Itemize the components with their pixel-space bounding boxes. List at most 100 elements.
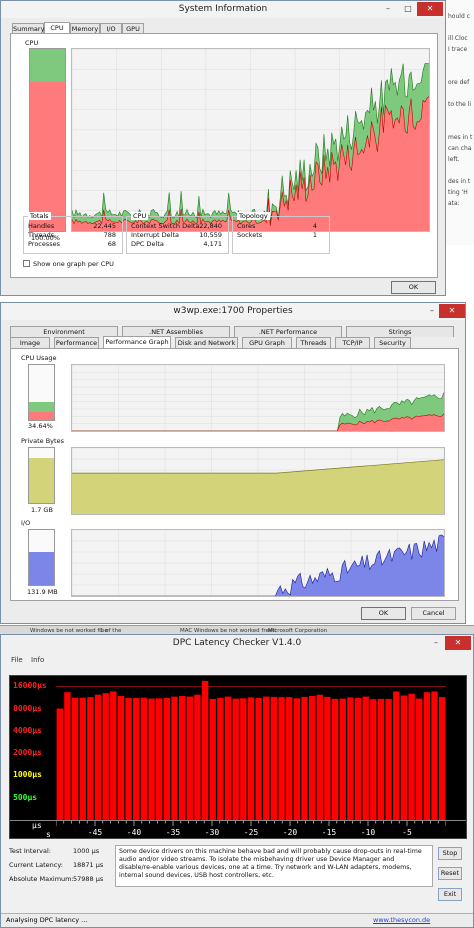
background-text-line	[446, 23, 474, 32]
private-bytes-graph	[71, 447, 445, 515]
w3wp-tab-security[interactable]: Security	[374, 337, 411, 348]
show-one-graph-label: Show one graph per CPU	[33, 260, 114, 268]
cpu-usage-value: 34.64%	[28, 422, 53, 430]
w3wp-cancel-button[interactable]: Cancel	[411, 607, 456, 620]
private-bytes-fill	[29, 457, 54, 503]
latency-bar	[171, 696, 178, 820]
w3wp-tab-row1[interactable]: Strings	[346, 326, 454, 337]
private-bytes-label: Private Bytes	[21, 437, 64, 445]
private-bytes-value: 1.7 GB	[31, 506, 53, 514]
stat-value: 22,840	[199, 222, 222, 230]
cpu-usage-meter	[28, 364, 55, 421]
latency-bar	[133, 698, 140, 820]
w3wp-properties-window: w3wp.exe:1700 Properties – ✕ Environment…	[0, 302, 466, 624]
stat-label: Sockets	[237, 231, 263, 239]
close-icon[interactable]: ✕	[417, 2, 443, 16]
thesycon-link[interactable]: www.thesycon.de	[373, 914, 430, 927]
dpc-bars-svg	[56, 680, 446, 820]
stat-value: 22,445	[93, 222, 116, 230]
w3wp-tab-gpu-graph[interactable]: GPU Graph	[242, 337, 292, 348]
latency-bar	[102, 693, 109, 820]
sysinfo-ok-button[interactable]: OK	[391, 281, 436, 294]
latency-bar	[232, 698, 239, 820]
latency-bar	[163, 698, 171, 820]
latency-bar	[339, 698, 346, 820]
latency-bar	[156, 698, 163, 820]
latency-bar	[255, 698, 262, 820]
dpc-y-label: 8000µs	[13, 704, 42, 713]
cpu-meter	[29, 48, 66, 232]
w3wp-tab-image[interactable]: Image	[10, 337, 50, 348]
latency-bar	[179, 696, 186, 820]
reset-button[interactable]: Reset	[438, 867, 462, 880]
dpc-close-icon[interactable]: ✕	[445, 636, 471, 650]
dpc-x-label: -35	[165, 828, 181, 837]
background-text-line: hould c	[448, 13, 470, 20]
w3wp-tab-tcp-ip[interactable]: TCP/IP	[335, 337, 370, 348]
io-fill	[29, 552, 54, 585]
w3wp-ok-button[interactable]: OK	[361, 607, 406, 620]
w3wp-tab-row1[interactable]: Environment	[10, 326, 118, 337]
dpc-minimize-icon[interactable]: –	[427, 636, 445, 650]
latency-bar	[209, 698, 216, 820]
cpu-usage-graph	[71, 364, 445, 432]
minimize-icon[interactable]: –	[379, 2, 397, 16]
latency-bar	[309, 696, 316, 820]
cpu-usage-kernel-fill	[29, 411, 54, 420]
w3wp-close-icon[interactable]: ✕	[439, 304, 465, 318]
latency-bar	[148, 698, 155, 820]
menu-info[interactable]: Info	[31, 656, 44, 664]
cpu-history-svg	[72, 49, 429, 231]
latency-bar	[377, 698, 385, 820]
w3wp-tab-disk-and-network[interactable]: Disk and Network	[175, 337, 238, 348]
latency-bar	[316, 694, 323, 820]
io-meter	[28, 529, 55, 586]
latency-bar	[217, 698, 224, 820]
cpu-stats-title: CPU	[131, 212, 149, 220]
topology-group: Topology Cores 4 Sockets 1	[232, 212, 330, 254]
dpc-info-label: Absolute Maximum:	[9, 875, 74, 883]
w3wp-tab-row1[interactable]: .NET Performance	[234, 326, 342, 337]
latency-bar	[64, 692, 71, 820]
latency-bar	[94, 694, 102, 820]
latency-bar	[408, 693, 415, 820]
stat-label: Processes	[28, 240, 61, 248]
stat-value: 10,559	[199, 231, 222, 239]
menu-file[interactable]: File	[11, 656, 23, 664]
stat-label: Interrupt Delta	[131, 231, 180, 239]
latency-bar	[263, 696, 270, 820]
background-text-line: I trace	[448, 46, 468, 53]
show-one-graph-checkbox[interactable]	[23, 260, 30, 267]
dpc-info-value: 1000 µs	[73, 847, 100, 855]
latency-bar	[324, 696, 331, 820]
latency-bar	[293, 698, 301, 820]
background-text-line: mes in t	[448, 134, 473, 141]
dpc-x-label: -15	[321, 828, 337, 837]
w3wp-tab-threads[interactable]: Threads	[296, 337, 331, 348]
stat-value: 4,171	[203, 240, 222, 248]
w3wp-titlebar[interactable]: w3wp.exe:1700 Properties	[1, 303, 465, 320]
w3wp-title: w3wp.exe:1700 Properties	[173, 306, 293, 316]
dpc-titlebar[interactable]: DPC Latency Checker V1.4.0	[1, 635, 473, 652]
dpc-chart: 16000µs 8000µs 4000µs 2000µs 1000µs 500µs µs …	[9, 675, 467, 839]
w3wp-tab-performance[interactable]: Performance	[54, 337, 99, 348]
exit-button[interactable]: Exit	[438, 888, 462, 901]
background-notes-window: hould c ill Cloc I trace ore def to the li me…	[445, 0, 474, 245]
background-text-line	[446, 56, 474, 65]
cpu-stats-group: CPU Context Switch Delta 22,840 Interrupt …	[126, 212, 229, 254]
cpu-usage-svg	[72, 365, 444, 431]
latency-bar	[347, 697, 354, 820]
private-bytes-meter	[28, 447, 55, 504]
maximize-icon[interactable]: □	[399, 2, 417, 16]
latency-bar	[201, 680, 209, 820]
background-text-line	[446, 67, 474, 76]
stop-button[interactable]: Stop	[438, 847, 462, 860]
stat-label: DPC Delta	[131, 240, 164, 248]
latency-bar	[286, 697, 293, 820]
dpc-status-text: Analysing DPC latency ...	[6, 916, 88, 924]
io-graph	[71, 529, 445, 597]
cpu-meter-label: CPU	[25, 39, 39, 47]
w3wp-tab-performance-graph[interactable]: Performance Graph	[103, 336, 171, 348]
latency-bar	[224, 696, 232, 820]
latency-bar	[354, 698, 362, 820]
